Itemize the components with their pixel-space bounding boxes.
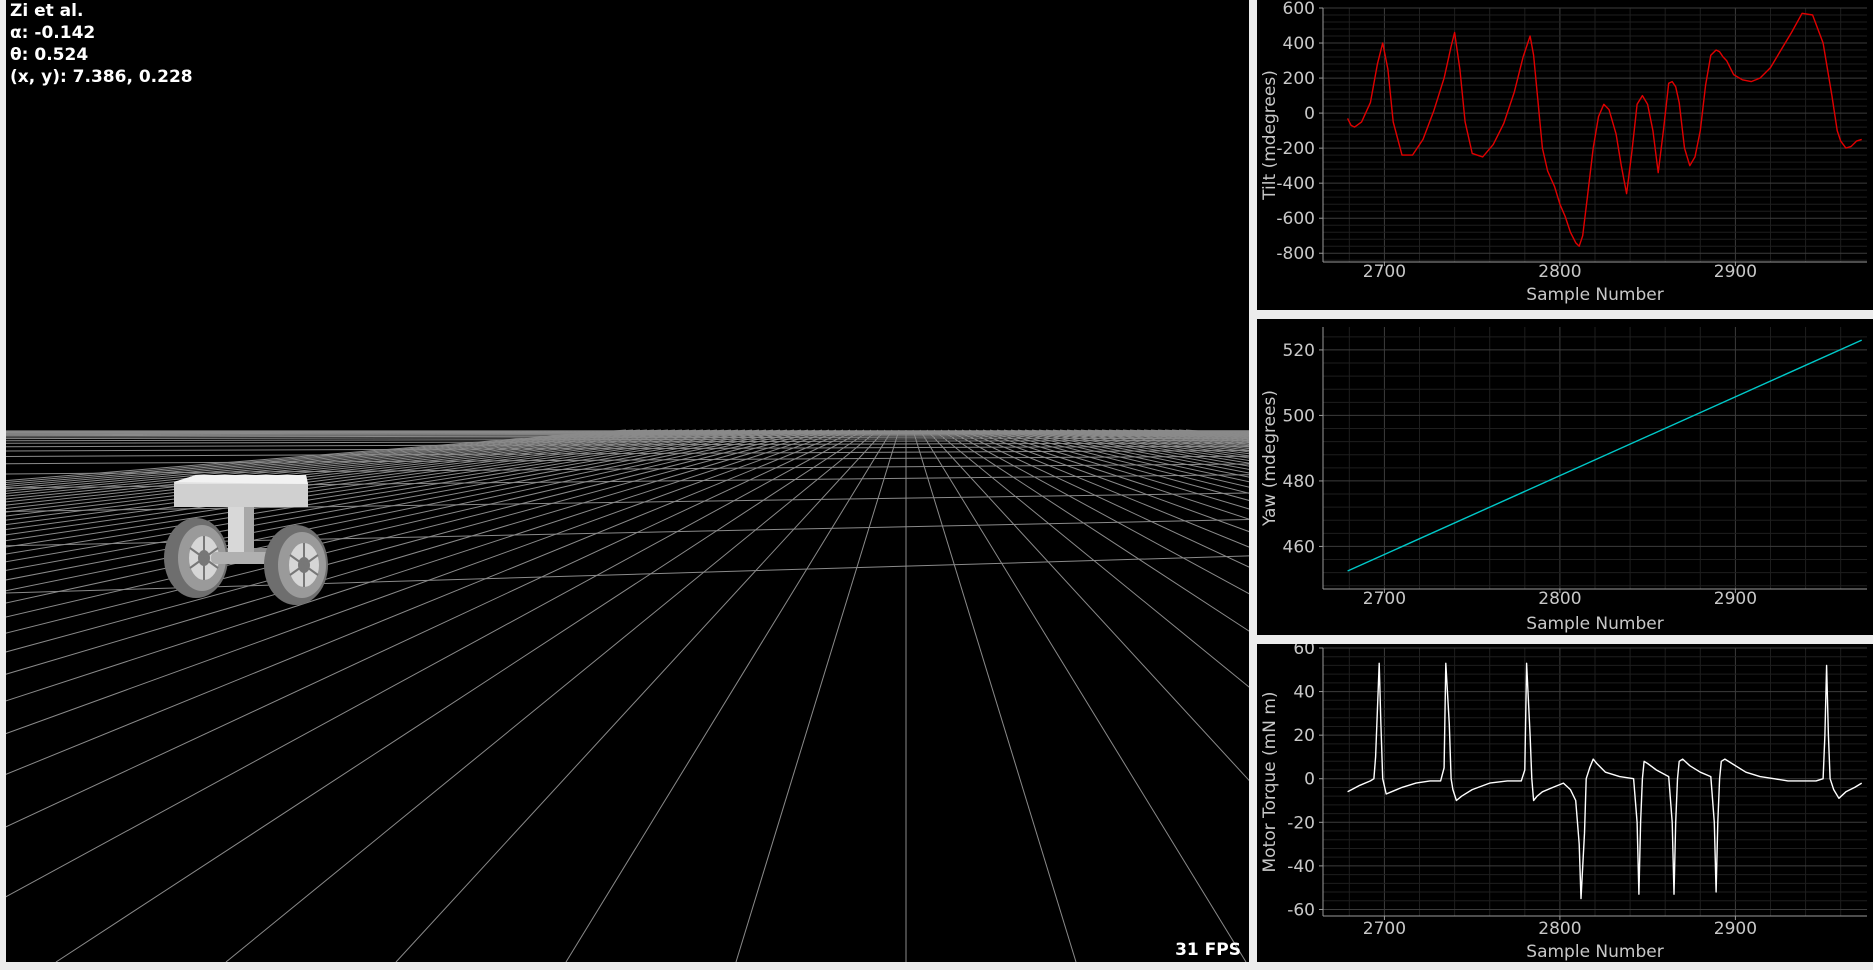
x-tick-label: 2800 — [1538, 919, 1581, 939]
tilt-chart[interactable]: 600 400 200 0 -200 -400 -600 -800 2700 2800 2900 Sa… — [1257, 0, 1873, 310]
y-tick-label: 0 — [1304, 770, 1315, 790]
grid-line-lateral — [1073, 429, 1249, 455]
series-line — [1347, 339, 1862, 572]
y-tick-label: 480 — [1283, 472, 1315, 492]
series-line — [1347, 662, 1863, 900]
grid-line-lateral — [989, 429, 1249, 501]
x-tick-label: 2700 — [1363, 919, 1406, 939]
y-tick-label: -400 — [1276, 174, 1315, 194]
grid-line-lateral — [1045, 429, 1249, 464]
grid-line-lateral — [1038, 429, 1249, 467]
grid-line-lateral — [1122, 429, 1249, 444]
grid-line-lateral — [975, 429, 1249, 520]
y-tick-label: -600 — [1276, 209, 1315, 229]
x-tick-label: 2900 — [1714, 262, 1757, 282]
y-tick-label: 460 — [1283, 537, 1315, 557]
grid-line-lateral — [961, 429, 1249, 548]
grid-line-lateral — [912, 429, 1077, 962]
grid-line-lateral — [1087, 429, 1249, 451]
x-axis-label: Sample Number — [1526, 285, 1663, 305]
y-tick-label: 20 — [1293, 726, 1315, 746]
grid-line-lateral — [1080, 429, 1249, 453]
yaw-chart[interactable]: 520 500 480 460 2700 2800 2900 Sample Number Yaw… — [1257, 319, 1873, 635]
grid-line-lateral — [1164, 429, 1249, 438]
position-readout: (x, y): 7.386, 0.228 — [10, 67, 193, 87]
y-tick-label: 520 — [1283, 341, 1315, 361]
x-axis-label: Sample Number — [1526, 614, 1663, 634]
y-tick-label: -200 — [1276, 139, 1315, 159]
x-tick-label: 2900 — [1714, 589, 1757, 609]
grid-line-lateral — [1101, 429, 1249, 448]
grid-line-lateral — [1171, 429, 1249, 438]
grid-line-lateral — [947, 429, 1249, 595]
y-axis-label: Motor Torque (mN m) — [1260, 691, 1280, 872]
grid-line-lateral — [919, 429, 1247, 962]
grid-line-lateral — [933, 429, 1249, 688]
x-tick-label: 2800 — [1538, 262, 1581, 282]
y-tick-label: 0 — [1304, 104, 1315, 124]
y-tick-label: 40 — [1293, 683, 1315, 703]
y-tick-label: -40 — [1287, 857, 1315, 877]
y-tick-label: -20 — [1287, 813, 1315, 833]
alpha-readout: α: -0.142 — [10, 23, 96, 43]
grid-line-lateral — [1115, 429, 1249, 445]
grid-line-lateral — [982, 429, 1249, 510]
state-readout: Zi et al. α: -0.142 θ: 0.524 (x, y): 7.3… — [10, 0, 193, 88]
x-tick-label: 2700 — [1363, 589, 1406, 609]
grid-line-lateral — [1010, 429, 1249, 483]
grid-line-lateral — [225, 429, 879, 962]
y-tick-label: -60 — [1287, 900, 1315, 920]
plot-grid — [1323, 647, 1867, 916]
torque-chart[interactable]: 60 40 20 0 -20 -40 -60 2700 2800 2900 Sample Numbe… — [1257, 644, 1873, 962]
x-tick-label: 2700 — [1363, 262, 1406, 282]
y-tick-label: 600 — [1283, 0, 1315, 19]
grid-line-lateral — [1185, 429, 1249, 436]
x-tick-label: 2900 — [1714, 919, 1757, 939]
grid-line-lateral — [565, 429, 893, 962]
3d-viewport[interactable]: Zi et al. α: -0.142 θ: 0.524 (x, y): 7.3… — [6, 0, 1249, 962]
x-axis-label: Sample Number — [1526, 942, 1663, 962]
y-tick-label: 60 — [1293, 644, 1315, 659]
tilt-plot[interactable]: 600 400 200 0 -200 -400 -600 -800 2700 2800 2900 Sa… — [1257, 0, 1873, 310]
y-tick-label: -800 — [1276, 244, 1315, 264]
x-tick-label: 2800 — [1538, 589, 1581, 609]
grid-line-lateral — [1136, 429, 1249, 442]
y-axis-label: Yaw (mdegrees) — [1260, 390, 1280, 527]
y-tick-label: 400 — [1283, 34, 1315, 54]
grid-line-lateral — [1024, 429, 1249, 474]
grid-line-lateral — [954, 429, 1249, 568]
grid-line-lateral — [1017, 429, 1249, 478]
grid-line-lateral — [395, 429, 886, 962]
grid-line-lateral — [1150, 429, 1249, 440]
plot-grid — [1323, 327, 1867, 589]
grid-line-lateral — [1143, 429, 1249, 441]
ground-grid — [6, 429, 1249, 962]
y-tick-label: 500 — [1283, 406, 1315, 426]
y-tick-label: 200 — [1283, 69, 1315, 89]
scene-canvas[interactable] — [6, 0, 1249, 962]
y-axis-label: Tilt (mdegrees) — [1260, 70, 1280, 201]
torque-plot[interactable]: 60 40 20 0 -20 -40 -60 2700 2800 2900 Sample Numbe… — [1257, 644, 1873, 962]
app-title: Zi et al. — [10, 1, 84, 21]
grid-line-lateral — [996, 429, 1249, 494]
fps-counter: 31 FPS — [1175, 940, 1241, 960]
grid-line-lateral — [926, 429, 1249, 782]
theta-readout: θ: 0.524 — [10, 45, 89, 65]
yaw-plot[interactable]: 520 500 480 460 2700 2800 2900 Sample Number Yaw… — [1257, 319, 1873, 635]
grid-line-lateral — [1108, 429, 1249, 447]
grid-line-lateral — [735, 429, 900, 962]
grid-line-lateral — [1031, 429, 1249, 470]
grid-line-lateral — [968, 429, 1249, 533]
